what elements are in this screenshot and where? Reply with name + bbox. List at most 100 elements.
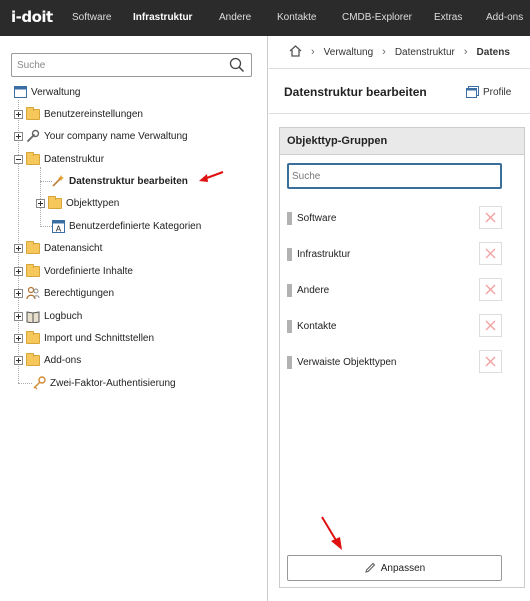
folder-icon: [26, 151, 40, 165]
drag-handle-icon[interactable]: [287, 211, 292, 225]
nav-add-ons[interactable]: Add-ons: [486, 12, 523, 23]
drag-handle-icon[interactable]: [287, 283, 292, 297]
pencil-icon: [365, 562, 375, 573]
tree-label: Datenstruktur: [44, 153, 105, 165]
custom-category-icon: A: [51, 219, 65, 233]
folder-icon: [26, 240, 40, 254]
profile-button[interactable]: Profile: [466, 86, 511, 98]
group-item-kontakte[interactable]: Kontakte: [287, 314, 502, 338]
tree-item-benutzereinstellungen[interactable]: Benutzereinstellungen: [14, 106, 143, 122]
anpassen-button[interactable]: Anpassen: [287, 555, 502, 581]
tree-item-company-verwaltung[interactable]: Your company name Verwaltung: [14, 128, 188, 144]
group-label: Kontakte: [297, 320, 337, 332]
group-search-input[interactable]: [287, 163, 502, 189]
breadcrumb-item-datenstruktur[interactable]: Datenstruktur: [395, 47, 455, 58]
tree-label: Datenansicht: [44, 242, 103, 254]
delete-button[interactable]: [479, 350, 502, 373]
nav-kontakte[interactable]: Kontakte: [277, 12, 316, 23]
drag-handle-icon[interactable]: [287, 247, 292, 261]
magic-wand-icon: [51, 174, 65, 188]
breadcrumb-item-verwaltung[interactable]: Verwaltung: [324, 47, 373, 58]
tree-item-zwei-faktor[interactable]: Zwei-Faktor-Authentisierung: [32, 375, 176, 391]
group-item-andere[interactable]: Andere: [287, 278, 502, 302]
profile-icon: [466, 86, 479, 98]
key-icon: [32, 376, 46, 390]
expand-icon[interactable]: [14, 333, 23, 343]
book-icon: [26, 309, 40, 323]
profile-label: Profile: [483, 86, 512, 98]
folder-icon: [48, 195, 62, 209]
tree-item-berechtigungen[interactable]: Berechtigungen: [14, 285, 114, 301]
group-label: Infrastruktur: [297, 248, 351, 260]
home-icon[interactable]: [289, 44, 302, 60]
delete-button[interactable]: [479, 242, 502, 265]
nav-software[interactable]: Software: [72, 12, 111, 23]
breadcrumb: › Verwaltung › Datenstruktur › Datens: [269, 36, 530, 69]
chevron-right-icon: ›: [463, 46, 468, 58]
tree-item-benutzerdefinierte-kategorien[interactable]: A Benutzerdefinierte Kategorien: [51, 218, 201, 234]
group-item-software[interactable]: Software: [287, 206, 502, 230]
tree-label: Vordefinierte Inhalte: [44, 265, 133, 277]
tree-item-logbuch[interactable]: Logbuch: [14, 308, 82, 324]
expand-icon[interactable]: [14, 109, 23, 119]
close-icon: [485, 284, 496, 295]
tree-item-add-ons[interactable]: Add-ons: [14, 352, 81, 368]
expand-icon[interactable]: [14, 131, 23, 141]
delete-button[interactable]: [479, 206, 502, 229]
page-title: Datenstruktur bearbeiten: [284, 85, 427, 99]
nav-cmdb-explorer[interactable]: CMDB-Explorer: [342, 12, 412, 23]
drag-handle-icon[interactable]: [287, 355, 292, 369]
tree-label: Datenstruktur bearbeiten: [69, 175, 188, 187]
close-icon: [485, 320, 496, 331]
tree-label: Logbuch: [44, 310, 83, 322]
annotation-arrow-icon: [199, 171, 224, 182]
tree-label: Benutzerdefinierte Kategorien: [69, 220, 202, 232]
i-doit-logo[interactable]: i-doit: [11, 8, 53, 26]
expand-icon[interactable]: [36, 198, 45, 208]
tree-item-datenstruktur-bearbeiten[interactable]: Datenstruktur bearbeiten: [51, 173, 188, 189]
tree-label: Your company name Verwaltung: [44, 130, 188, 142]
nav-andere[interactable]: Andere: [219, 12, 251, 23]
expand-icon[interactable]: [14, 288, 23, 298]
sidebar-search-input[interactable]: [12, 54, 212, 76]
tree-label: Zwei-Faktor-Authentisierung: [50, 377, 176, 389]
tree-item-datenstruktur[interactable]: Datenstruktur: [14, 151, 104, 167]
group-label: Andere: [297, 284, 330, 296]
expand-icon[interactable]: [14, 311, 23, 321]
tree-item-datenansicht[interactable]: Datenansicht: [14, 240, 102, 256]
main-content: › Verwaltung › Datenstruktur › Datens Da…: [269, 36, 530, 601]
nav-extras[interactable]: Extras: [434, 12, 462, 23]
folder-icon: [26, 352, 40, 366]
tree-label: Add-ons: [44, 354, 82, 366]
tree-item-vordefinierte-inhalte[interactable]: Vordefinierte Inhalte: [14, 263, 133, 279]
expand-icon[interactable]: [14, 266, 23, 276]
anpassen-label: Anpassen: [380, 562, 426, 574]
collapse-icon[interactable]: [14, 154, 23, 164]
nav-infrastruktur[interactable]: Infrastruktur: [133, 12, 192, 23]
search-icon[interactable]: [229, 57, 245, 73]
delete-button[interactable]: [479, 314, 502, 337]
chevron-right-icon: ›: [382, 46, 386, 58]
tree-item-objekttypen[interactable]: Objekttypen: [36, 195, 119, 211]
close-icon: [485, 212, 496, 223]
expand-icon[interactable]: [14, 355, 23, 365]
drag-handle-icon[interactable]: [287, 319, 292, 333]
tree-label: Objekttypen: [66, 197, 120, 209]
tree-root-verwaltung[interactable]: Verwaltung: [13, 84, 80, 100]
tree-item-import-schnittstellen[interactable]: Import und Schnittstellen: [14, 330, 154, 346]
sidebar: Verwaltung Benutzereinstellungen Your co…: [0, 36, 268, 601]
svg-text:A: A: [55, 224, 61, 233]
expand-icon[interactable]: [14, 243, 23, 253]
close-icon: [485, 356, 496, 367]
folder-icon: [26, 330, 40, 344]
tree-label: Import und Schnittstellen: [44, 332, 155, 344]
folder-icon: [26, 106, 40, 120]
window-icon: [13, 85, 27, 99]
tree-label: Verwaltung: [31, 86, 81, 98]
top-navigation-bar: i-doit Software Infrastruktur Andere Kon…: [0, 0, 530, 36]
delete-button[interactable]: [479, 278, 502, 301]
group-item-verwaiste-objekttypen[interactable]: Verwaiste Objekttypen: [287, 350, 502, 374]
chevron-right-icon: ›: [311, 46, 315, 58]
objekttyp-gruppen-panel: Objekttyp-Gruppen Software Infrastruktur…: [279, 127, 525, 588]
group-item-infrastruktur[interactable]: Infrastruktur: [287, 242, 502, 266]
